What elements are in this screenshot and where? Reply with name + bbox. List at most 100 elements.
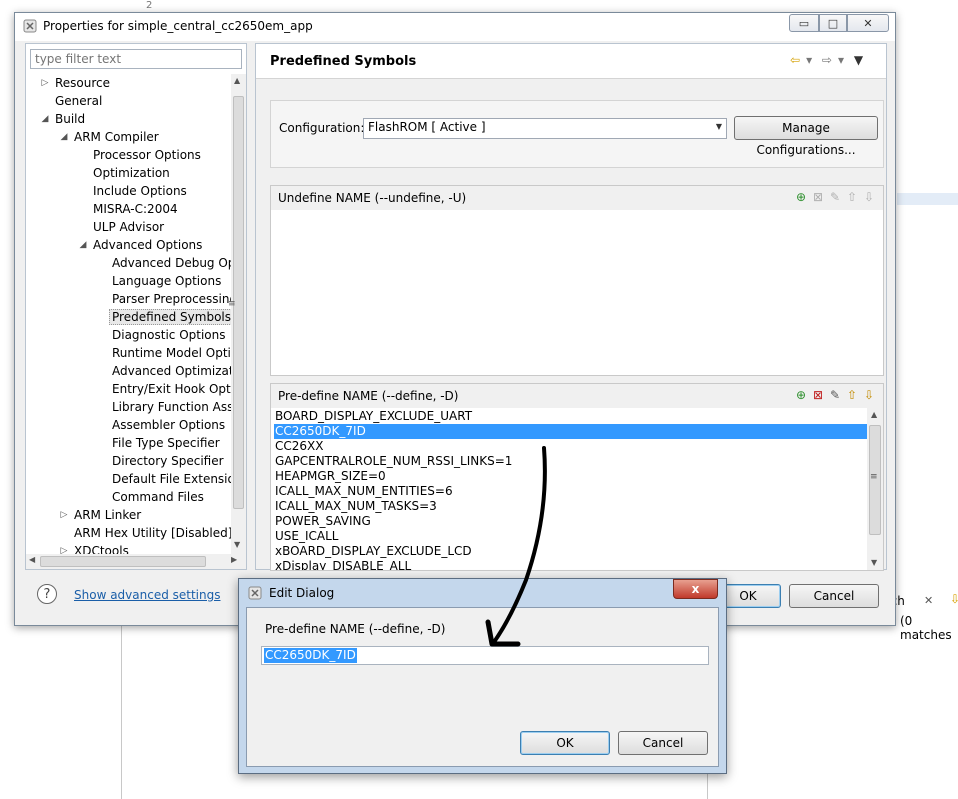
scroll-down-icon[interactable]: ▼ xyxy=(871,558,877,567)
dialog-close-button[interactable]: x xyxy=(673,579,718,599)
tree-item-advanced-debug[interactable]: Advanced Debug Opti xyxy=(112,254,231,272)
list-item[interactable]: CC2650DK_7ID xyxy=(274,424,867,439)
edit-icon: ✎ xyxy=(829,190,844,204)
tree-item-label: Advanced Debug Opti xyxy=(112,256,231,270)
tree-item-language-options[interactable]: Language Options xyxy=(112,272,221,290)
tree-item-diagnostic-options[interactable]: Diagnostic Options xyxy=(112,326,226,344)
scrollbar-thumb[interactable] xyxy=(40,556,206,567)
tree-item-optimization[interactable]: Optimization xyxy=(93,164,170,182)
tree-item-command-files[interactable]: Command Files xyxy=(112,488,204,506)
list-item[interactable]: ICALL_MAX_NUM_ENTITIES=6 xyxy=(274,484,867,499)
tree-item-file-type-specifier[interactable]: File Type Specifier xyxy=(112,434,220,452)
predefine-scrollbar[interactable]: ▲ ≡ ▼ xyxy=(867,408,883,570)
expand-icon[interactable]: ▷ xyxy=(39,74,51,92)
edit-dialog: Edit Dialog x Pre-define NAME (--define,… xyxy=(238,578,727,774)
tree-item-resource[interactable]: ▷ Resource xyxy=(42,74,111,92)
cancel-button[interactable]: Cancel xyxy=(789,584,879,608)
search-view-tab[interactable]: rch ✕ ⇩ (0 matches xyxy=(886,590,958,642)
list-item[interactable]: HEAPMGR_SIZE=0 xyxy=(274,469,867,484)
collapse-icon[interactable]: ◢ xyxy=(77,236,89,254)
list-item[interactable]: USE_ICALL xyxy=(274,529,867,544)
predefine-list[interactable]: BOARD_DISPLAY_EXCLUDE_UART CC2650DK_7ID … xyxy=(271,408,867,570)
dialog-body: Pre-define NAME (--define, -D) CC2650DK_… xyxy=(246,607,719,767)
tree-item-arm-compiler[interactable]: ◢ ARM Compiler xyxy=(61,128,159,146)
tree-vertical-scrollbar[interactable]: ▲ ≡ ▼ xyxy=(228,74,246,554)
scroll-down-icon[interactable]: ▼ xyxy=(234,540,240,549)
filter-input[interactable] xyxy=(30,49,242,69)
minimize-button[interactable]: ▭ xyxy=(789,14,819,32)
scroll-left-icon[interactable]: ◀ xyxy=(29,555,35,564)
list-item[interactable]: CC26XX xyxy=(274,439,867,454)
expand-icon[interactable]: ▷ xyxy=(58,542,70,554)
define-name-input[interactable]: CC2650DK_7ID xyxy=(261,646,709,665)
back-arrow-icon[interactable]: ⇦ xyxy=(790,53,800,67)
tree-item-arm-linker[interactable]: ▷ ARM Linker xyxy=(61,506,142,524)
scroll-up-icon[interactable]: ▲ xyxy=(871,410,877,419)
configuration-select[interactable]: FlashROM [ Active ] ▼ xyxy=(363,118,727,139)
tree-item-assembler-options[interactable]: Assembler Options xyxy=(112,416,225,434)
list-item[interactable]: xDisplay_DISABLE_ALL xyxy=(274,559,867,570)
delete-icon[interactable]: ⊠ xyxy=(811,388,828,402)
tree-item-default-file-extensions[interactable]: Default File Extensions xyxy=(112,470,231,488)
maximize-button[interactable]: □ xyxy=(819,14,847,32)
tree-item-library-function[interactable]: Library Function Assur xyxy=(112,398,231,416)
tree-item-entry-exit-hook[interactable]: Entry/Exit Hook Optior xyxy=(112,380,231,398)
move-down-icon[interactable]: ⇩ xyxy=(862,388,879,402)
tree-item-build[interactable]: ◢ Build xyxy=(42,110,86,128)
list-item[interactable]: POWER_SAVING xyxy=(274,514,867,529)
scroll-up-icon[interactable]: ▲ xyxy=(234,76,240,85)
tree-item-ulp-advisor[interactable]: ULP Advisor xyxy=(93,218,164,236)
show-advanced-settings-link[interactable]: Show advanced settings xyxy=(74,588,221,602)
tree-item-label: Entry/Exit Hook Optior xyxy=(112,382,231,396)
editor-ruler xyxy=(121,626,122,799)
scroll-right-icon[interactable]: ▶ xyxy=(231,555,237,564)
download-icon[interactable]: ⇩ xyxy=(950,592,958,606)
forward-arrow-icon[interactable]: ⇨ xyxy=(822,53,832,67)
edit-icon[interactable]: ✎ xyxy=(828,388,845,402)
view-menu-icon[interactable]: ▼ xyxy=(854,53,863,67)
page-navigation: ⇦ ▾ ⇨ ▾ ▼ xyxy=(790,53,869,67)
tree-item-arm-hex-utility[interactable]: ARM Hex Utility [Disabled] xyxy=(74,524,231,542)
tree-item-label: Command Files xyxy=(112,490,204,504)
tree-item-directory-specifier[interactable]: Directory Specifier xyxy=(112,452,224,470)
expand-icon[interactable]: ▷ xyxy=(58,506,70,524)
tree-item-label: Advanced Options xyxy=(93,238,203,252)
dialog-ok-button[interactable]: OK xyxy=(520,731,610,755)
add-icon[interactable]: ⊕ xyxy=(794,190,811,204)
list-item[interactable]: BOARD_DISPLAY_EXCLUDE_UART xyxy=(274,409,867,424)
close-button[interactable]: ✕ xyxy=(847,14,889,32)
property-tree: ▷ Resource General ◢ Build ◢ ARM Compiler P… xyxy=(26,74,231,554)
tree-item-advanced-options[interactable]: ◢ Advanced Options xyxy=(80,236,203,254)
list-item[interactable]: GAPCENTRALROLE_NUM_RSSI_LINKS=1 xyxy=(274,454,867,469)
tree-horizontal-scrollbar[interactable]: ◀ ▶ xyxy=(26,554,246,569)
tree-item-xdctools[interactable]: ▷ XDCtools xyxy=(61,542,129,554)
list-item[interactable]: xBOARD_DISPLAY_EXCLUDE_LCD xyxy=(274,544,867,559)
add-icon[interactable]: ⊕ xyxy=(794,388,811,402)
close-icon[interactable]: ✕ xyxy=(924,594,933,607)
tree-item-general[interactable]: General xyxy=(55,92,102,110)
tree-item-runtime-model[interactable]: Runtime Model Option xyxy=(112,344,231,362)
move-up-icon[interactable]: ⇧ xyxy=(845,388,862,402)
tree-item-predefined-symbols[interactable]: Predefined Symbols xyxy=(109,308,231,326)
dropdown-arrow-icon[interactable]: ▼ xyxy=(716,122,722,131)
tree-item-label: XDCtools xyxy=(74,544,129,554)
back-menu-icon[interactable]: ▾ xyxy=(806,53,812,67)
tree-item-parser-preprocessing[interactable]: Parser Preprocessing C xyxy=(112,290,231,308)
forward-menu-icon[interactable]: ▾ xyxy=(838,53,844,67)
grip-icon: ≡ xyxy=(228,299,236,309)
collapse-icon[interactable]: ◢ xyxy=(39,110,51,128)
tree-item-processor-options[interactable]: Processor Options xyxy=(93,146,201,164)
tree-item-label: Default File Extensions xyxy=(112,472,231,486)
list-item[interactable]: ICALL_MAX_NUM_TASKS=3 xyxy=(274,499,867,514)
manage-configurations-button[interactable]: Manage Configurations... xyxy=(734,116,878,157)
tree-item-include-options[interactable]: Include Options xyxy=(93,182,187,200)
configuration-label: Configuration: xyxy=(279,121,365,135)
configuration-value: FlashROM [ Active ] xyxy=(368,120,486,134)
collapse-icon[interactable]: ◢ xyxy=(58,128,70,146)
tree-item-misra[interactable]: MISRA-C:2004 xyxy=(93,200,178,218)
tree-item-advanced-optimization[interactable]: Advanced Optimizatio xyxy=(112,362,231,380)
tree-item-label: Assembler Options xyxy=(112,418,226,432)
help-icon[interactable]: ? xyxy=(37,584,57,604)
dialog-cancel-button[interactable]: Cancel xyxy=(618,731,708,755)
window-titlebar[interactable]: Properties for simple_central_cc2650em_a… xyxy=(15,13,895,41)
